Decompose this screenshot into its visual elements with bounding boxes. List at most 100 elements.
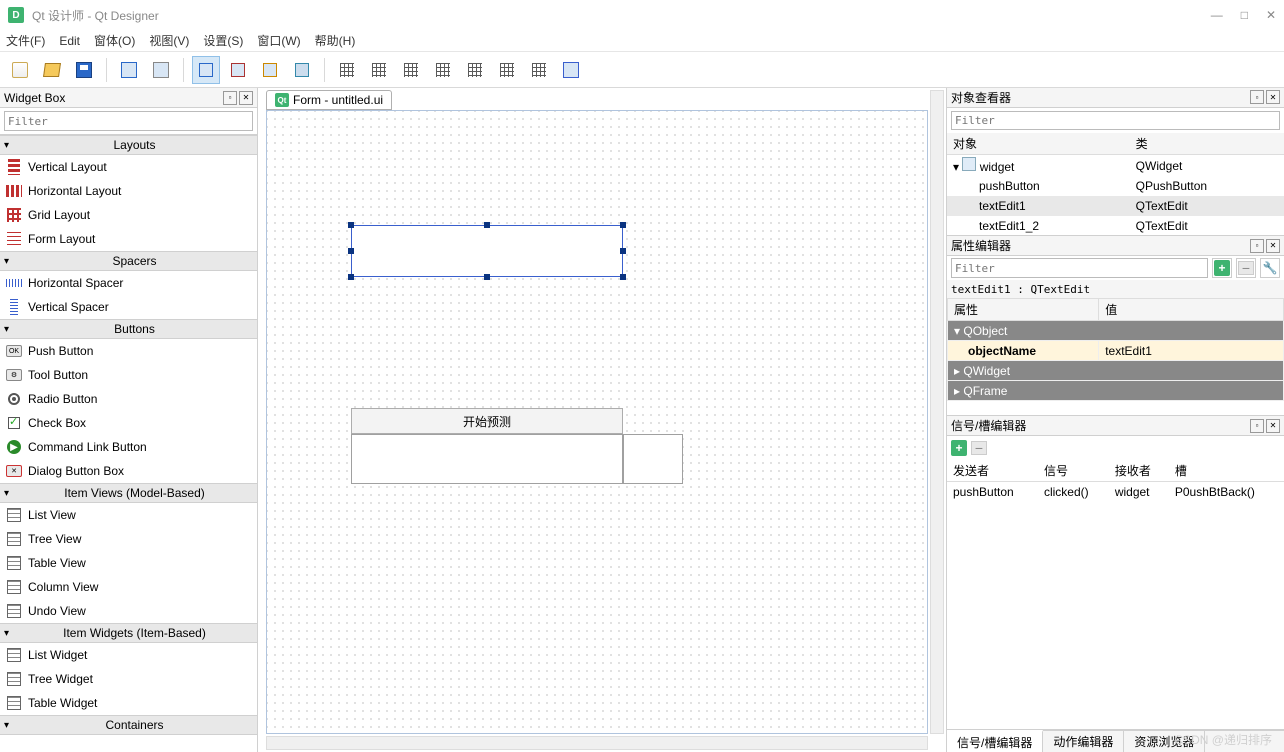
resize-handle-ne[interactable]: [620, 222, 626, 228]
object-row-selected[interactable]: textEdit1QTextEdit: [947, 196, 1284, 216]
tab-action-editor[interactable]: 动作编辑器: [1043, 731, 1124, 752]
widget-item[interactable]: Table Widget: [0, 691, 257, 715]
close-panel-button[interactable]: ✕: [1266, 90, 1280, 104]
widget-item[interactable]: Vertical Layout: [0, 155, 257, 179]
prop--category-qwidget[interactable]: ▸ QWidget: [948, 361, 1284, 381]
dock-button[interactable]: ▫: [223, 91, 237, 105]
canvas-hscroll[interactable]: [266, 736, 928, 750]
widget-item[interactable]: Table View: [0, 551, 257, 575]
layout-form-button[interactable]: [493, 56, 521, 84]
tab-signal-editor[interactable]: 信号/槽编辑器: [947, 730, 1043, 752]
break-layout-button[interactable]: [525, 56, 553, 84]
add-property-button[interactable]: +: [1212, 258, 1232, 278]
signal-table[interactable]: 发送者 信号 接收者 槽 pushButton clicked() widget…: [947, 460, 1284, 502]
add-signal-button[interactable]: +: [951, 440, 967, 456]
canvas-vscroll[interactable]: [930, 90, 944, 734]
form-canvas[interactable]: 开始预测: [266, 110, 928, 734]
prop-category-qobject[interactable]: ▾ QObject: [948, 321, 1284, 341]
widget-item[interactable]: OKPush Button: [0, 339, 257, 363]
close-button[interactable]: ✕: [1266, 8, 1276, 22]
widget-item[interactable]: Tree Widget: [0, 667, 257, 691]
widget-tree[interactable]: ▾Layouts Vertical Layout Horizontal Layo…: [0, 134, 257, 752]
textedit1-2-widget[interactable]: [351, 434, 623, 484]
prop-row-objectname[interactable]: objectNametextEdit1: [948, 341, 1284, 361]
dock-button[interactable]: ▫: [1250, 239, 1264, 253]
resize-handle-se[interactable]: [620, 274, 626, 280]
edit-taborder-button[interactable]: [288, 56, 316, 84]
menu-form[interactable]: 窗体(O): [94, 32, 135, 49]
remove-property-button[interactable]: −: [1236, 258, 1256, 278]
save-file-button[interactable]: [70, 56, 98, 84]
cat-containers[interactable]: ▾Containers: [0, 715, 257, 735]
menu-view[interactable]: 视图(V): [149, 32, 189, 49]
close-panel-button[interactable]: ✕: [1266, 419, 1280, 433]
form-tab[interactable]: Qt Form - untitled.ui: [266, 90, 392, 110]
widget-item[interactable]: Radio Button: [0, 387, 257, 411]
property-settings-button[interactable]: 🔧: [1260, 258, 1280, 278]
widget-item[interactable]: Horizontal Layout: [0, 179, 257, 203]
menu-help[interactable]: 帮助(H): [315, 32, 356, 49]
resize-handle-nw[interactable]: [348, 222, 354, 228]
edit-signals-button[interactable]: [224, 56, 252, 84]
dock-button[interactable]: ▫: [1250, 90, 1264, 104]
new-file-button[interactable]: [6, 56, 34, 84]
object-filter-input[interactable]: [951, 111, 1280, 131]
layout-hsplit-button[interactable]: [397, 56, 425, 84]
widget-item[interactable]: List Widget: [0, 643, 257, 667]
minimize-button[interactable]: —: [1211, 8, 1223, 22]
widget-item[interactable]: ✕Dialog Button Box: [0, 459, 257, 483]
close-panel-button[interactable]: ✕: [239, 91, 253, 105]
layout-v-button[interactable]: [365, 56, 393, 84]
dock-button[interactable]: ▫: [1250, 419, 1264, 433]
widget-item[interactable]: Horizontal Spacer: [0, 271, 257, 295]
layout-grid-button[interactable]: [461, 56, 489, 84]
textedit1-widget[interactable]: [351, 225, 623, 277]
object-tree[interactable]: 对象类 ▾ widgetQWidget pushButtonQPushButto…: [947, 133, 1284, 235]
edit-buddies-button[interactable]: [256, 56, 284, 84]
cat-itemwidgets[interactable]: ▾Item Widgets (Item-Based): [0, 623, 257, 643]
remove-signal-button[interactable]: −: [971, 441, 987, 455]
widget-item[interactable]: Vertical Spacer: [0, 295, 257, 319]
widget-item[interactable]: Form Layout: [0, 227, 257, 251]
widget-item[interactable]: Undo View: [0, 599, 257, 623]
widget-item[interactable]: Tree View: [0, 527, 257, 551]
resize-handle-e[interactable]: [620, 248, 626, 254]
menu-settings[interactable]: 设置(S): [203, 32, 243, 49]
object-row[interactable]: pushButtonQPushButton: [947, 176, 1284, 196]
cat-spacers[interactable]: ▾Spacers: [0, 251, 257, 271]
menu-edit[interactable]: Edit: [59, 34, 80, 48]
widget-item[interactable]: Check Box: [0, 411, 257, 435]
resize-handle-sw[interactable]: [348, 274, 354, 280]
textedit-extra-widget[interactable]: [623, 434, 683, 484]
pushbutton-widget[interactable]: 开始预测: [351, 408, 623, 434]
object-row[interactable]: ▾ widgetQWidget: [947, 155, 1284, 177]
property-filter-input[interactable]: [951, 258, 1208, 278]
cat-buttons[interactable]: ▾Buttons: [0, 319, 257, 339]
menu-file[interactable]: 文件(F): [6, 32, 45, 49]
property-grid[interactable]: 属性值 ▾ QObject objectNametextEdit1 ▸ QWid…: [947, 298, 1284, 401]
resize-handle-s[interactable]: [484, 274, 490, 280]
widget-item[interactable]: List View: [0, 503, 257, 527]
layout-h-button[interactable]: [333, 56, 361, 84]
menu-window[interactable]: 窗口(W): [257, 32, 300, 49]
prop-category-qframe[interactable]: ▸ QFrame: [948, 381, 1284, 401]
send-back-button[interactable]: [115, 56, 143, 84]
widget-item[interactable]: Column View: [0, 575, 257, 599]
signal-row[interactable]: pushButton clicked() widget P0ushBtBack(…: [947, 482, 1284, 502]
widget-item[interactable]: ⚙Tool Button: [0, 363, 257, 387]
resize-handle-n[interactable]: [484, 222, 490, 228]
cat-itemviews[interactable]: ▾Item Views (Model-Based): [0, 483, 257, 503]
widget-filter-input[interactable]: [4, 111, 253, 131]
widget-item[interactable]: Grid Layout: [0, 203, 257, 227]
close-panel-button[interactable]: ✕: [1266, 239, 1280, 253]
adjust-size-button[interactable]: [557, 56, 585, 84]
widget-item[interactable]: ▶Command Link Button: [0, 435, 257, 459]
resize-handle-w[interactable]: [348, 248, 354, 254]
open-file-button[interactable]: [38, 56, 66, 84]
maximize-button[interactable]: □: [1241, 8, 1248, 22]
cat-layouts[interactable]: ▾Layouts: [0, 135, 257, 155]
bring-front-button[interactable]: [147, 56, 175, 84]
object-row[interactable]: textEdit1_2QTextEdit: [947, 216, 1284, 235]
layout-vsplit-button[interactable]: [429, 56, 457, 84]
edit-widgets-button[interactable]: [192, 56, 220, 84]
